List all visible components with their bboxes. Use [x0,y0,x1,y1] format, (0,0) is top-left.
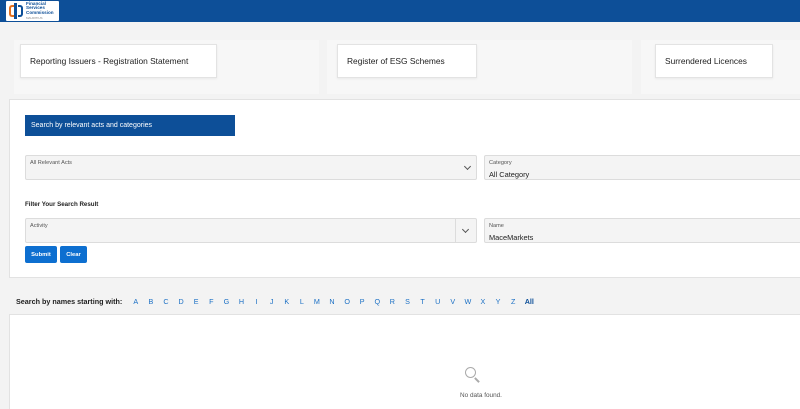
letter-link[interactable]: R [385,297,400,306]
letter-link[interactable]: X [475,297,490,306]
letter-link[interactable]: W [460,297,475,306]
category-field[interactable]: Category All Category [484,155,800,180]
letter-link[interactable]: H [234,297,249,306]
letter-link[interactable]: T [415,297,430,306]
no-data-message: No data found. [460,392,502,399]
fsc-logo[interactable]: Financial Services Commission MAURITIUS [6,1,59,21]
field-label: All Relevant Acts [30,160,72,166]
field-label: Name [489,223,504,229]
alphabet-label: Search by names starting with: [16,296,123,306]
fsc-logo-icon [9,3,23,19]
logo-text: Financial Services Commission MAURITIUS [26,1,54,20]
letter-link[interactable]: Q [370,297,385,306]
submit-button[interactable]: Submit [25,246,57,263]
activity-select[interactable]: Activity [25,218,477,243]
letter-link[interactable]: A [128,297,143,306]
field-label: Activity [30,223,48,229]
letter-link[interactable]: N [324,297,339,306]
letter-link[interactable]: K [279,297,294,306]
field-value: MaceMarkets [489,233,534,242]
search-icon [464,366,480,384]
alphabet-letters: A B C D E F G H I J K L M N O P Q R S T U V W X Y Z All [128,297,540,306]
card-surrendered-licences[interactable]: Surrendered Licences [655,44,773,78]
letter-link[interactable]: B [143,297,158,306]
letter-link[interactable]: P [355,297,370,306]
alphabet-filter: Search by names starting with: ABCDEFGHI… [16,295,541,307]
page: Financial Services Commission MAURITIUS … [0,0,800,409]
letter-link[interactable]: S [400,297,415,306]
card-esg-schemes[interactable]: Register of ESG Schemes [337,44,477,78]
letter-link[interactable]: Z [506,297,521,306]
link-cards-row: Reporting Issuers - Registration Stateme… [0,22,800,98]
letter-link[interactable]: V [445,297,460,306]
letter-link[interactable]: F [204,297,219,306]
search-panel: Search by relevant acts and categories A… [9,99,800,278]
search-banner: Search by relevant acts and categories [25,115,235,136]
letter-link[interactable]: U [430,297,445,306]
filter-title: Filter Your Search Result [25,201,99,208]
letter-link[interactable]: All [521,297,541,306]
letter-link[interactable]: J [264,297,279,306]
card-reporting-issuers[interactable]: Reporting Issuers - Registration Stateme… [20,44,217,78]
letter-link[interactable]: O [340,297,355,306]
letter-link[interactable]: C [158,297,173,306]
letter-link[interactable]: D [174,297,189,306]
results-panel [9,314,800,409]
letter-link[interactable]: Y [491,297,506,306]
top-header: Financial Services Commission MAURITIUS [0,0,800,22]
letter-link[interactable]: L [294,297,309,306]
chevron-down-icon [463,162,472,171]
letter-link[interactable]: I [249,297,264,306]
field-value: All Category [489,170,530,179]
name-input[interactable]: Name MaceMarkets [484,218,800,243]
logo-line: MAURITIUS [26,15,43,20]
letter-link[interactable]: M [309,297,324,306]
letter-link[interactable]: G [219,297,234,306]
clear-button[interactable]: Clear [60,246,87,263]
relevant-acts-select[interactable]: All Relevant Acts [25,155,477,180]
field-label: Category [489,160,512,166]
letter-link[interactable]: E [189,297,204,306]
